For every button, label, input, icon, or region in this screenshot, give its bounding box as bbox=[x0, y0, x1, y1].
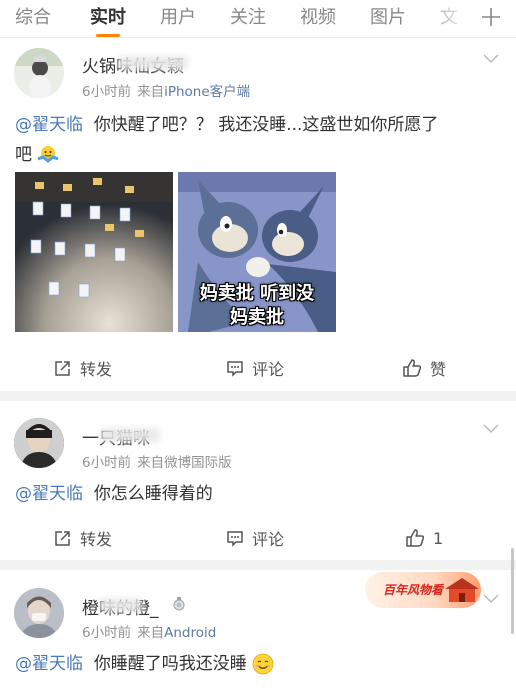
avatar-image bbox=[14, 48, 64, 98]
tab-images[interactable]: 图片 bbox=[370, 4, 406, 32]
post-time: 6小时前 bbox=[82, 455, 132, 471]
tab-follow[interactable]: 关注 bbox=[230, 4, 266, 32]
avatar[interactable] bbox=[14, 48, 64, 98]
post-time: 6小时前 bbox=[82, 625, 132, 641]
comment-button[interactable]: 评论 bbox=[226, 518, 284, 558]
promo-banner-text: 百年风物看 bbox=[383, 583, 444, 597]
tab-users[interactable]: 用户 bbox=[160, 4, 196, 32]
username-blur bbox=[100, 428, 160, 442]
source-prefix: 来自 bbox=[137, 625, 165, 641]
repost-icon bbox=[55, 531, 70, 546]
repost-label: 转发 bbox=[80, 360, 113, 379]
like-button[interactable]: 赞 bbox=[403, 348, 446, 388]
post-source: 微博国际版 bbox=[164, 455, 232, 471]
avatar[interactable] bbox=[14, 418, 64, 468]
post-meta: 6小时前 来自微博国际版 bbox=[82, 451, 238, 471]
tab-realtime[interactable]: 实时 bbox=[90, 4, 126, 32]
source-prefix: 来自 bbox=[137, 84, 165, 100]
repost-button[interactable]: 转发 bbox=[54, 518, 112, 558]
post-text-body: 你怎么睡得着的 bbox=[93, 484, 213, 504]
medal-badge-icon bbox=[173, 597, 185, 611]
mention-link[interactable]: @翟天临 bbox=[15, 115, 83, 135]
tab-fade bbox=[420, 0, 480, 37]
post-text-body: 你睡醒了吗我还没睡 bbox=[93, 654, 247, 674]
post-image-meme[interactable]: 妈卖批 听到没 妈卖批 bbox=[178, 172, 336, 332]
smile-emoji-icon bbox=[252, 653, 274, 675]
meme-caption-line1: 妈卖批 听到没 bbox=[199, 283, 315, 304]
feed-divider bbox=[0, 391, 516, 401]
like-button[interactable]: 1 bbox=[406, 518, 443, 558]
comment-icon bbox=[227, 531, 243, 547]
chevron-down-icon[interactable] bbox=[483, 424, 499, 434]
like-label: 赞 bbox=[430, 360, 447, 379]
scrollbar[interactable] bbox=[511, 548, 514, 634]
building-illustration-icon bbox=[445, 578, 479, 602]
avatar[interactable] bbox=[14, 588, 64, 638]
post-text-line1: 你快醒了吧？？ 我还没睡...这盛世如你所愿了 bbox=[93, 115, 439, 135]
repost-label: 转发 bbox=[80, 530, 113, 549]
avatar-image bbox=[14, 588, 64, 638]
desktop-screenshot-image bbox=[15, 172, 173, 332]
thumbs-up-icon bbox=[406, 529, 425, 547]
post-source[interactable]: Android bbox=[164, 625, 216, 641]
chevron-down-icon[interactable] bbox=[483, 54, 499, 64]
post-text: @翟天临 你怎么睡得着的 bbox=[15, 479, 505, 509]
post-text: @翟天临 你睡醒了吗我还没睡 bbox=[15, 649, 505, 679]
post-image-desktop[interactable] bbox=[15, 172, 173, 332]
post-actions: 转发 评论 赞 bbox=[0, 348, 516, 388]
chevron-down-icon[interactable] bbox=[483, 594, 499, 604]
promo-banner[interactable]: 百年风物看 bbox=[365, 572, 481, 608]
source-prefix: 来自 bbox=[137, 455, 165, 471]
post-text-line2: 吧 bbox=[15, 145, 32, 165]
comment-label: 评论 bbox=[252, 530, 285, 549]
post-meta: 6小时前 来自iPhone客户端 bbox=[82, 80, 256, 100]
tab-comprehensive[interactable]: 综合 bbox=[15, 4, 51, 32]
post-actions: 转发 评论 1 bbox=[0, 518, 516, 558]
post-source[interactable]: iPhone客户端 bbox=[164, 84, 250, 100]
top-tab-bar: 综合 实时 用户 关注 视频 图片 文 bbox=[0, 0, 516, 38]
post-meta: 6小时前 来自Android bbox=[82, 621, 222, 641]
tab-video[interactable]: 视频 bbox=[300, 4, 336, 32]
thumbs-up-icon bbox=[403, 359, 422, 377]
avatar-image bbox=[14, 418, 64, 468]
comment-label: 评论 bbox=[252, 360, 285, 379]
post-text: @翟天临 你快醒了吧？？ 我还没睡...这盛世如你所愿了 吧 bbox=[15, 110, 505, 170]
username-blur bbox=[118, 56, 188, 70]
comment-button[interactable]: 评论 bbox=[226, 348, 284, 388]
plus-icon[interactable] bbox=[481, 7, 501, 27]
meme-caption-line2: 妈卖批 bbox=[230, 307, 284, 328]
repost-icon bbox=[55, 361, 70, 376]
active-tab-indicator bbox=[96, 34, 120, 37]
mention-link[interactable]: @翟天临 bbox=[15, 654, 83, 674]
comment-icon bbox=[227, 361, 243, 377]
like-count: 1 bbox=[433, 528, 444, 548]
username-blur bbox=[100, 598, 142, 612]
shrug-emoji-icon bbox=[37, 146, 59, 163]
feed-divider bbox=[0, 560, 516, 570]
repost-button[interactable]: 转发 bbox=[54, 348, 112, 388]
post-time: 6小时前 bbox=[82, 84, 132, 100]
mention-link[interactable]: @翟天临 bbox=[15, 484, 83, 504]
